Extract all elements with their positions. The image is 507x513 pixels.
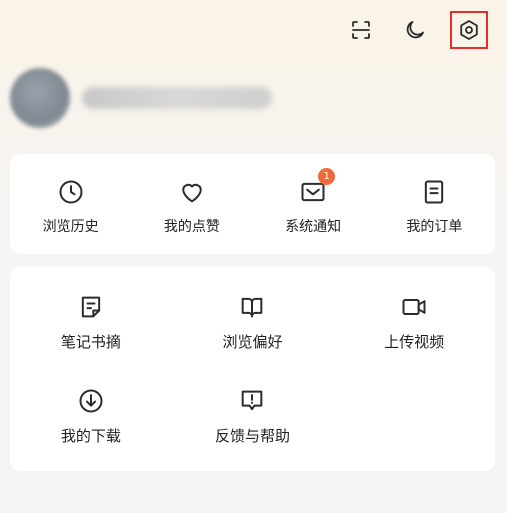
tool-label: 上传视频 [384,333,445,351]
browse-history-button[interactable]: 浏览历史 [10,154,131,254]
upload-video-button[interactable]: 上传视频 [333,267,495,361]
profile-header[interactable] [10,68,272,128]
notification-badge: 1 [318,168,336,185]
feedback-help-button[interactable]: 反馈与帮助 [172,361,334,455]
system-notifications-button[interactable]: 1 系统通知 [253,154,374,254]
username-blurred [82,87,272,109]
quick-link-label: 系统通知 [285,219,342,235]
tool-label: 反馈与帮助 [214,427,290,445]
feedback-icon [242,390,263,411]
video-camera-icon [402,299,426,315]
tools-card: 笔记书摘 浏览偏好 上传视频 我的下载 反馈与帮助 [10,267,495,471]
my-downloads-button[interactable]: 我的下载 [10,361,172,455]
moon-icon [406,21,424,39]
settings-button[interactable] [450,11,488,49]
scan-icon [352,21,370,39]
quick-links-card: 浏览历史 我的点赞 1 系统通知 我的订单 [10,154,495,254]
document-icon [425,180,444,204]
top-bar [345,11,488,49]
tool-label: 我的下载 [60,427,121,445]
browse-preferences-button[interactable]: 浏览偏好 [172,267,334,361]
clock-icon [59,180,83,204]
download-icon [79,389,103,413]
settings-icon [460,20,478,40]
scan-button[interactable] [345,14,377,46]
tool-label: 浏览偏好 [222,333,283,351]
heart-icon [182,183,202,203]
dark-mode-button[interactable] [399,14,431,46]
quick-link-label: 我的点赞 [163,219,220,235]
tool-label: 笔记书摘 [60,333,121,351]
avatar[interactable] [10,68,70,128]
quick-link-label: 我的订单 [406,219,463,235]
notes-excerpts-button[interactable]: 笔记书摘 [10,267,172,361]
my-likes-button[interactable]: 我的点赞 [131,154,252,254]
book-icon [242,297,263,318]
my-orders-button[interactable]: 我的订单 [374,154,495,254]
quick-link-label: 浏览历史 [42,219,99,235]
note-icon [81,296,100,318]
